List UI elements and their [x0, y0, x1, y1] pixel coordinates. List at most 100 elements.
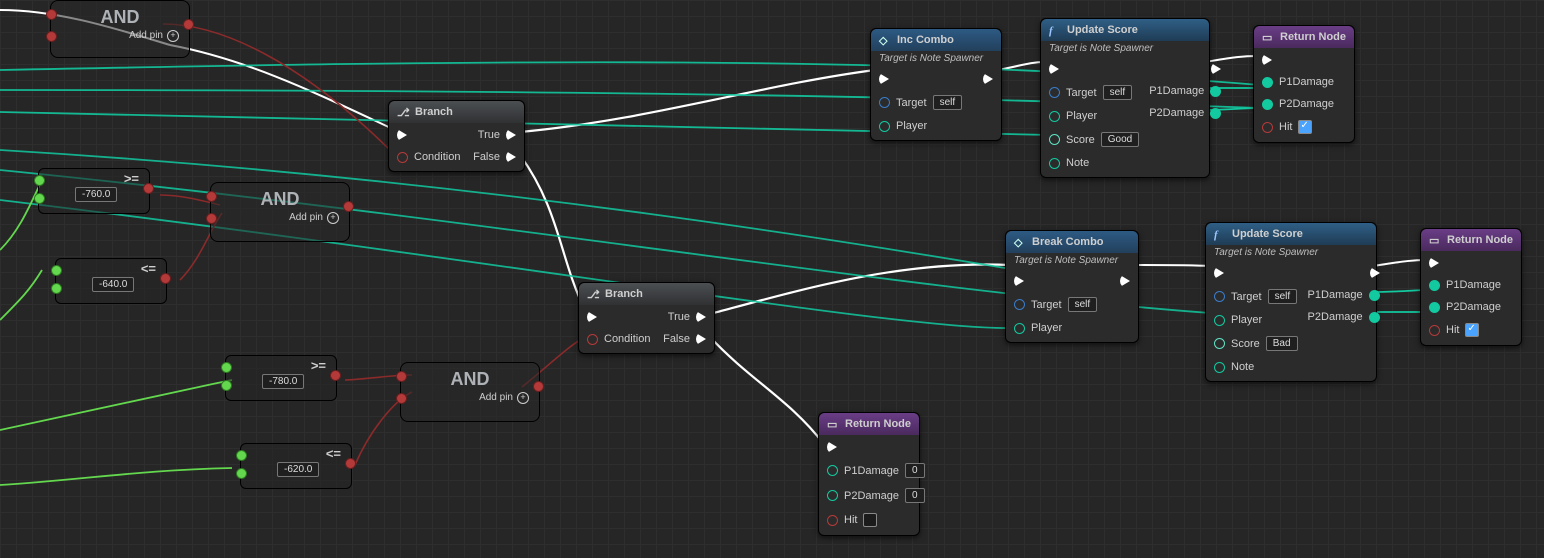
score-pin[interactable] [1214, 338, 1225, 349]
bool-out-pin[interactable] [143, 183, 154, 194]
bool-out-pin[interactable] [183, 19, 194, 30]
p1damage-pin[interactable] [1429, 280, 1440, 291]
exec-out-pin[interactable] [1120, 275, 1130, 287]
condition-pin[interactable] [587, 334, 598, 345]
bool-in-pin[interactable] [206, 213, 217, 224]
float-in-pin[interactable] [34, 193, 45, 204]
add-pin[interactable]: Add pin+ [401, 392, 539, 412]
compare-ge-node[interactable]: >= -760.0 [38, 168, 150, 214]
node-header[interactable]: ▭Return Node [819, 413, 919, 435]
return-node[interactable]: ▭Return Node P1Damage P2Damage Hit [1420, 228, 1522, 346]
score-value[interactable]: Good [1101, 132, 1139, 147]
exec-out-pin[interactable] [1370, 267, 1380, 279]
self-value[interactable]: self [1068, 297, 1098, 312]
note-pin[interactable] [1214, 362, 1225, 373]
exec-true-pin[interactable] [506, 129, 516, 141]
player-pin[interactable] [1214, 315, 1225, 326]
node-header[interactable]: ◇Break Combo [1006, 231, 1138, 253]
node-header[interactable]: fUpdate Score [1041, 19, 1209, 41]
float-in-pin[interactable] [221, 380, 232, 391]
compare-le-node[interactable]: <= -620.0 [240, 443, 352, 489]
note-pin[interactable] [1049, 158, 1060, 169]
float-in-pin[interactable] [236, 450, 247, 461]
bool-in-pin[interactable] [46, 31, 57, 42]
float-value[interactable]: -620.0 [277, 462, 319, 477]
update-score-node[interactable]: fUpdate Score Target is Note Spawner Tar… [1040, 18, 1210, 178]
inc-combo-node[interactable]: ◇Inc Combo Target is Note Spawner Target… [870, 28, 1002, 141]
bool-out-pin[interactable] [345, 458, 356, 469]
bool-out-pin[interactable] [160, 273, 171, 284]
hit-checkbox[interactable] [1298, 120, 1312, 134]
self-value[interactable]: self [933, 95, 963, 110]
p1damage-pin[interactable] [1262, 77, 1273, 88]
target-pin[interactable] [1214, 291, 1225, 302]
exec-in-pin[interactable] [879, 73, 889, 85]
exec-in-pin[interactable] [827, 441, 837, 453]
float-value[interactable]: -640.0 [92, 277, 134, 292]
float-in-pin[interactable] [236, 468, 247, 479]
branch-node[interactable]: ⎇Branch Condition True False [388, 100, 525, 172]
self-value[interactable]: self [1103, 85, 1133, 100]
exec-out-pin[interactable] [983, 73, 993, 85]
bool-out-pin[interactable] [533, 381, 544, 392]
return-node[interactable]: ▭Return Node P1Damage P2Damage Hit [1253, 25, 1355, 143]
and-node[interactable]: AND Add pin+ [210, 182, 350, 242]
float-in-pin[interactable] [221, 362, 232, 373]
bool-in-pin[interactable] [396, 393, 407, 404]
float-in-pin[interactable] [34, 175, 45, 186]
and-node[interactable]: AND Add pin+ [400, 362, 540, 422]
bool-out-pin[interactable] [343, 201, 354, 212]
p2damage-pin[interactable] [827, 490, 838, 501]
hit-checkbox[interactable] [1465, 323, 1479, 337]
break-combo-node[interactable]: ◇Break Combo Target is Note Spawner Targ… [1005, 230, 1139, 343]
float-value[interactable]: -760.0 [75, 187, 117, 202]
p1damage-out-pin[interactable] [1369, 290, 1380, 301]
exec-in-pin[interactable] [397, 129, 407, 141]
blueprint-canvas[interactable]: { "and": { "label": "AND", "addPin": "Ad… [0, 0, 1544, 558]
exec-in-pin[interactable] [1049, 63, 1059, 75]
p2damage-out-pin[interactable] [1369, 312, 1380, 323]
node-header[interactable]: ▭Return Node [1254, 26, 1354, 48]
exec-in-pin[interactable] [1429, 257, 1439, 269]
p2damage-pin[interactable] [1262, 99, 1273, 110]
return-node[interactable]: ▭Return Node P1Damage0 P2Damage0 Hit [818, 412, 920, 536]
node-header[interactable]: fUpdate Score [1206, 223, 1376, 245]
exec-in-pin[interactable] [587, 311, 597, 323]
update-score-node[interactable]: fUpdate Score Target is Note Spawner Tar… [1205, 222, 1377, 382]
player-pin[interactable] [1014, 323, 1025, 334]
compare-le-node[interactable]: <= -640.0 [55, 258, 167, 304]
add-pin[interactable]: Add pin+ [51, 30, 189, 50]
p1damage-value[interactable]: 0 [905, 463, 925, 478]
bool-out-pin[interactable] [330, 370, 341, 381]
hit-pin[interactable] [1262, 122, 1273, 133]
p1damage-out-pin[interactable] [1210, 86, 1221, 97]
player-pin[interactable] [879, 121, 890, 132]
bool-in-pin[interactable] [46, 9, 57, 20]
score-value[interactable]: Bad [1266, 336, 1298, 351]
bool-in-pin[interactable] [396, 371, 407, 382]
target-pin[interactable] [1049, 87, 1060, 98]
target-pin[interactable] [1014, 299, 1025, 310]
player-pin[interactable] [1049, 111, 1060, 122]
float-value[interactable]: -780.0 [262, 374, 304, 389]
exec-in-pin[interactable] [1014, 275, 1024, 287]
add-pin[interactable]: Add pin+ [211, 212, 349, 232]
node-header[interactable]: ▭Return Node [1421, 229, 1521, 251]
compare-ge-node[interactable]: >= -780.0 [225, 355, 337, 401]
bool-in-pin[interactable] [206, 191, 217, 202]
self-value[interactable]: self [1268, 289, 1298, 304]
node-header[interactable]: ⎇Branch [579, 283, 714, 305]
exec-in-pin[interactable] [1262, 54, 1272, 66]
p2damage-value[interactable]: 0 [905, 488, 925, 503]
p1damage-pin[interactable] [827, 465, 838, 476]
exec-in-pin[interactable] [1214, 267, 1224, 279]
exec-false-pin[interactable] [696, 333, 706, 345]
and-node[interactable]: AND Add pin+ [50, 0, 190, 58]
hit-pin[interactable] [1429, 325, 1440, 336]
float-in-pin[interactable] [51, 265, 62, 276]
exec-true-pin[interactable] [696, 311, 706, 323]
node-header[interactable]: ⎇Branch [389, 101, 524, 123]
p2damage-pin[interactable] [1429, 302, 1440, 313]
hit-pin[interactable] [827, 515, 838, 526]
float-in-pin[interactable] [51, 283, 62, 294]
